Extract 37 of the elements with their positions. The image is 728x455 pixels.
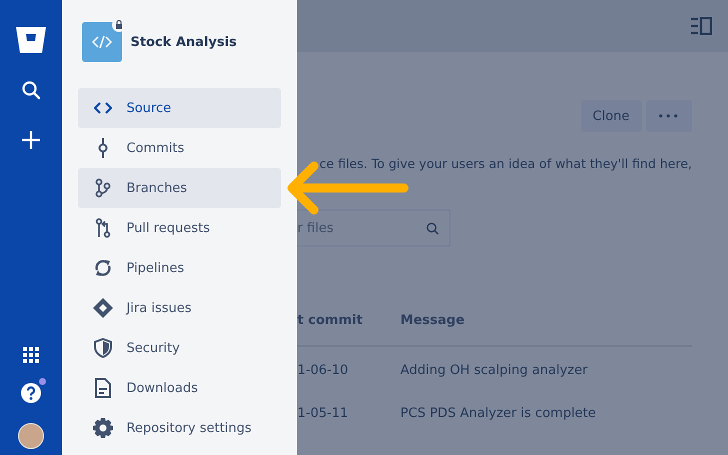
nav-item[interactable]: Pull requests <box>78 208 282 248</box>
table-cell-text: 1-05-11 <box>297 406 350 421</box>
nav-item[interactable]: Pipelines <box>78 248 282 288</box>
description-text: ce files. To give your users an idea of what they'll find here, <box>319 156 692 171</box>
search-icon[interactable] <box>21 80 42 100</box>
diamond-icon <box>93 298 114 318</box>
cycle-arrows-icon <box>93 258 114 278</box>
column-header: Message <box>400 313 465 328</box>
help-icon[interactable] <box>21 383 42 403</box>
bucket-logo-icon[interactable] <box>15 26 48 54</box>
nav-item[interactable]: Downloads <box>78 368 282 408</box>
code-icon <box>92 35 112 49</box>
branch-icon <box>95 178 112 198</box>
commit-icon <box>98 138 108 158</box>
avatar[interactable] <box>18 423 44 449</box>
plus-icon[interactable] <box>21 130 42 150</box>
sidebar-toggle-icon[interactable] <box>690 17 712 35</box>
nav-item[interactable]: Security <box>78 328 282 368</box>
nav-item[interactable]: Jira issues <box>78 288 282 328</box>
code-icon <box>94 102 112 114</box>
nav-item[interactable]: Commits <box>78 128 282 168</box>
filter-input[interactable]: r files <box>297 220 426 236</box>
repository-name: Stock Analysis <box>130 34 237 50</box>
app-grid-icon[interactable] <box>23 347 40 363</box>
column-header: t commit <box>297 313 364 328</box>
table-cell: Adding OH scalping analyzer <box>400 363 588 378</box>
shield-icon <box>94 338 112 358</box>
pull-request-icon <box>95 218 112 238</box>
nav-item[interactable]: Repository settings <box>78 408 282 448</box>
document-icon <box>95 378 112 398</box>
nav-item[interactable]: Branches <box>78 168 282 208</box>
search-icon <box>426 222 440 234</box>
table-cell: PCS PDS Analyzer is complete <box>400 406 596 421</box>
settings-icon <box>93 418 114 438</box>
nav-item[interactable]: Source <box>78 88 282 128</box>
table-cell-text: 1-06-10 <box>297 363 350 378</box>
filter-files-field[interactable]: r files <box>297 209 452 247</box>
